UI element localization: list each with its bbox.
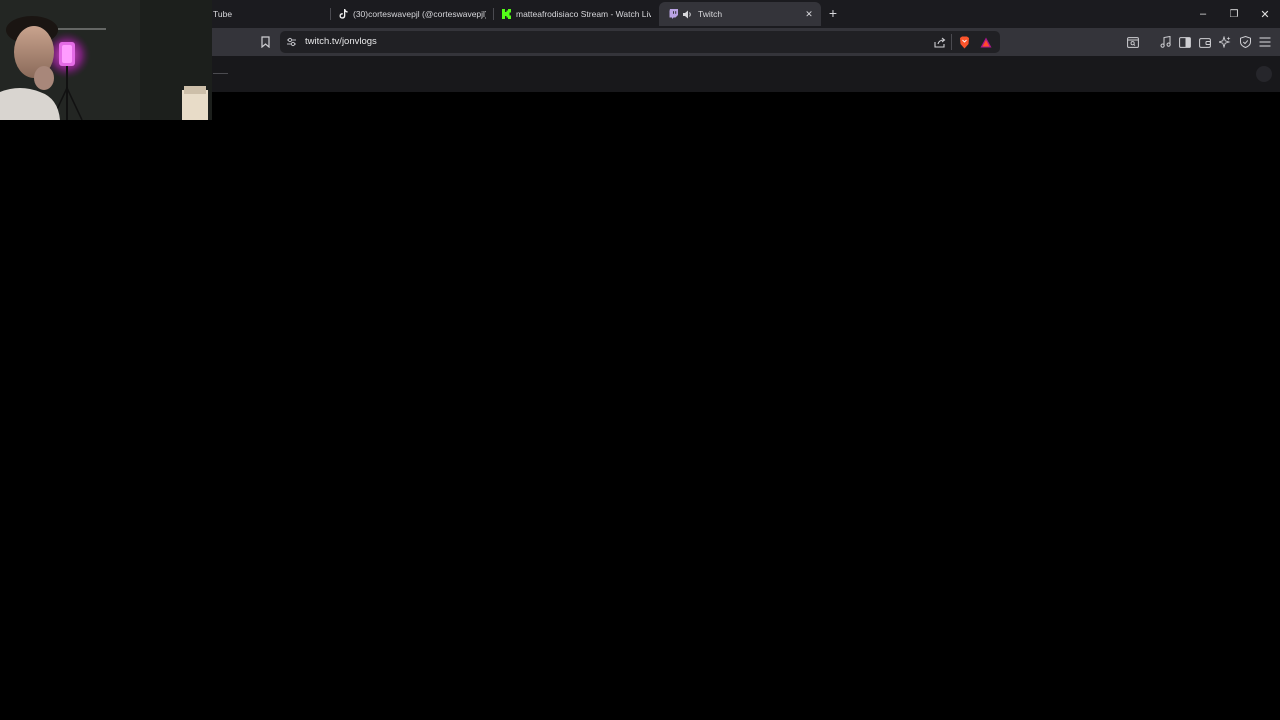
tab-separator bbox=[330, 8, 331, 20]
sidebar-toggle-icon[interactable] bbox=[1178, 35, 1192, 49]
toolbar-divider bbox=[951, 34, 952, 50]
address-bar[interactable] bbox=[280, 31, 1000, 53]
tab-tiktok[interactable]: (30)corteswavepjl (@corteswavepjl) | bbox=[338, 2, 486, 26]
loading-placeholder-bar bbox=[213, 73, 228, 74]
avatar-placeholder bbox=[1256, 66, 1272, 82]
tab-search-icon[interactable] bbox=[1126, 35, 1140, 49]
vpn-shield-icon[interactable] bbox=[1238, 35, 1252, 49]
share-icon[interactable] bbox=[933, 35, 947, 49]
kick-icon bbox=[501, 9, 511, 19]
music-note-icon[interactable] bbox=[1158, 35, 1172, 49]
restore-button[interactable]: ❐ bbox=[1225, 5, 1243, 23]
url-text[interactable]: twitch.tv/jonvlogs bbox=[305, 36, 377, 47]
bookmark-icon[interactable] bbox=[258, 35, 272, 49]
tab-title: Tube bbox=[213, 9, 233, 19]
new-tab-button[interactable]: + bbox=[826, 6, 840, 20]
webcam-overlay bbox=[0, 0, 212, 120]
tab-title: matteafrodisiaco Stream - Watch Liv bbox=[516, 9, 651, 19]
tab-kick[interactable]: matteafrodisiaco Stream - Watch Liv bbox=[501, 2, 651, 26]
leo-ai-icon[interactable] bbox=[1218, 35, 1232, 49]
menu-icon[interactable] bbox=[1258, 35, 1272, 49]
tab-title: Twitch bbox=[698, 9, 723, 19]
brave-shields-icon[interactable] bbox=[957, 35, 971, 49]
tab-separator bbox=[493, 8, 494, 20]
site-settings-icon[interactable] bbox=[284, 35, 298, 49]
wallet-icon[interactable] bbox=[1198, 35, 1212, 49]
tiktok-icon bbox=[338, 9, 348, 19]
brave-rewards-icon[interactable] bbox=[979, 35, 993, 49]
close-tab-icon[interactable]: ✕ bbox=[803, 8, 815, 20]
tab-twitch-active[interactable]: Twitch bbox=[659, 2, 821, 26]
tab-youtube[interactable]: Tube bbox=[213, 2, 323, 26]
webcam-image bbox=[0, 0, 212, 120]
page-content-area bbox=[0, 92, 1280, 720]
twitch-icon bbox=[668, 9, 678, 19]
speaker-icon[interactable] bbox=[683, 9, 693, 19]
tab-title: (30)corteswavepjl (@corteswavepjl) | bbox=[353, 9, 486, 19]
close-window-button[interactable]: ✕ bbox=[1256, 5, 1274, 23]
minimize-button[interactable]: – bbox=[1194, 5, 1212, 23]
